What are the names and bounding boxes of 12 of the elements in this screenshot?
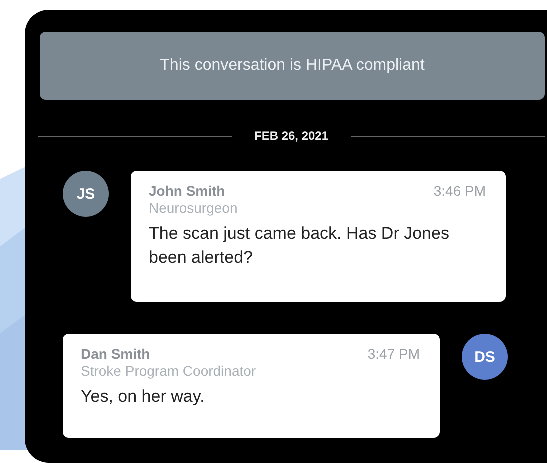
sender-role: Stroke Program Coordinator [81, 363, 258, 379]
avatar-initials: DS [474, 348, 496, 366]
sender-name: Dan Smith [81, 346, 150, 362]
sender-role: Neurosurgeon [149, 200, 239, 216]
message-time: 3:47 PM [368, 346, 420, 362]
message-text: Yes, on her way. [81, 386, 206, 408]
avatar-initials: JS [76, 186, 96, 202]
date-label: FEB 26, 2021 [254, 129, 329, 143]
sender-name: John Smith [149, 183, 226, 199]
notice-text: This conversation is HIPAA compliant [160, 57, 425, 75]
message-text: The scan just came back. Has Dr Jones been alerted? [149, 223, 450, 269]
message-time: 3:46 PM [434, 183, 486, 199]
